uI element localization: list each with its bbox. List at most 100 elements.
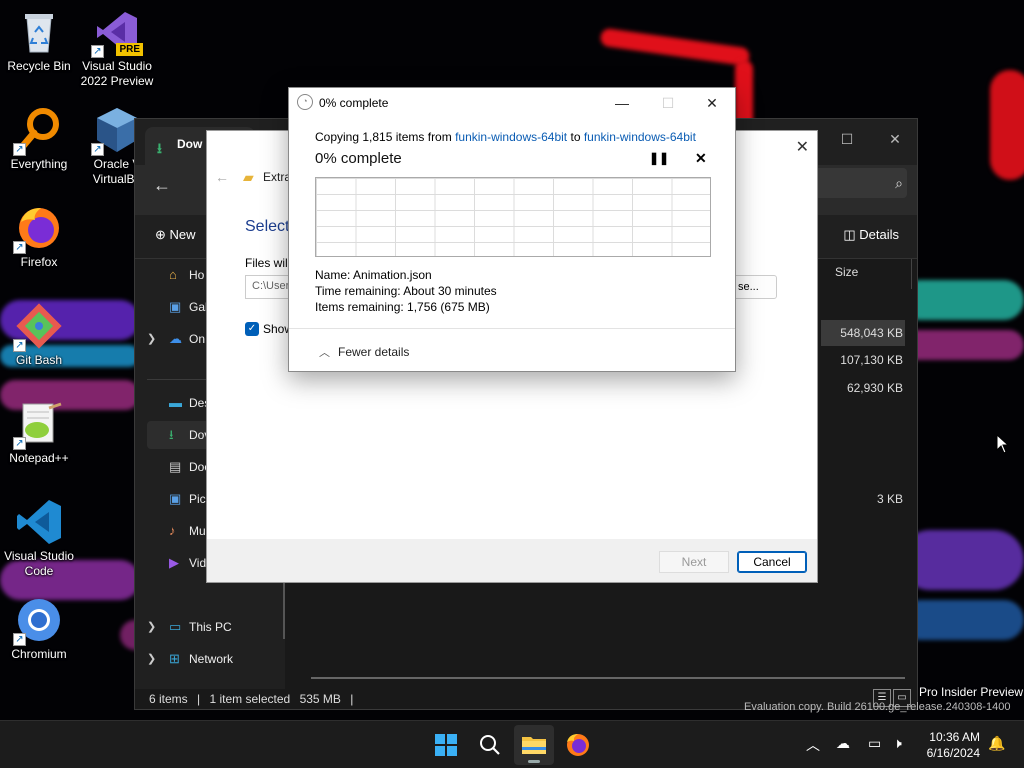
maximize-button: ☐: [661, 95, 675, 111]
nav-item-label: On: [189, 332, 206, 346]
transfer-speed-graph: [315, 177, 711, 257]
file-size-cell[interactable]: 3 KB: [821, 486, 905, 512]
nav-item-network[interactable]: ❯ ⊞ Network: [147, 645, 283, 673]
search-button[interactable]: [470, 725, 510, 765]
close-icon[interactable]: ✕: [796, 137, 809, 157]
destination-folder-link[interactable]: funkin-windows-64bit: [584, 130, 696, 144]
gallery-icon: ▣: [169, 299, 182, 314]
network-icon: ⊞: [169, 651, 180, 666]
wizard-title: Extra: [263, 170, 292, 184]
progress-separator: [289, 328, 735, 329]
size-column-header[interactable]: Size: [835, 265, 858, 279]
desktop-icon-recycle-bin[interactable]: Recycle Bin: [0, 8, 78, 74]
cloud-offline-icon[interactable]: ☁: [836, 735, 850, 752]
nav-scrollbar[interactable]: [283, 579, 285, 639]
vscode-icon: [15, 498, 63, 546]
shortcut-arrow-icon: ↗: [13, 437, 26, 450]
shortcut-arrow-icon: ↗: [13, 633, 26, 646]
percent-complete: 0% complete: [315, 150, 402, 167]
shortcut-arrow-icon: ↗: [91, 45, 104, 58]
nav-item-label: This PC: [189, 620, 232, 634]
stop-icon[interactable]: ✕: [695, 150, 707, 167]
close-button[interactable]: ✕: [697, 92, 727, 114]
nav-item-this-pc[interactable]: ❯ ▭ This PC: [147, 613, 283, 641]
plus-circle-icon: ⊕: [155, 227, 170, 242]
chromium-icon: ↗: [13, 596, 63, 646]
fewer-details-toggle[interactable]: ︿ Fewer details: [319, 344, 409, 360]
visual-studio-icon: PRE ↗: [91, 8, 143, 58]
minimize-button[interactable]: —: [607, 92, 637, 114]
nav-item-label: Pic: [189, 492, 206, 506]
show-files-checkbox[interactable]: ✓: [245, 322, 259, 336]
chevron-right-icon[interactable]: ❯: [147, 325, 156, 353]
new-button-label: New: [169, 227, 196, 242]
browse-button[interactable]: se...: [731, 275, 777, 299]
cancel-button[interactable]: Cancel: [737, 551, 807, 573]
desktop-icon-notepad-plus-plus[interactable]: ↗ Notepad++: [0, 400, 78, 466]
file-size-cell[interactable]: 548,043 KB: [821, 320, 905, 346]
pause-icon[interactable]: ❚❚: [649, 151, 669, 165]
source-folder-link[interactable]: funkin-windows-64bit: [455, 130, 567, 144]
explorer-close-button[interactable]: ✕: [873, 125, 917, 153]
items-remaining: Items remaining: 1,756 (675 MB): [315, 300, 490, 314]
desktop-icon-chromium[interactable]: ↗ Chromium: [0, 596, 78, 662]
search-icon[interactable]: ⌕: [895, 175, 903, 192]
videos-folder-icon: ▶: [169, 555, 179, 570]
details-pane-icon: ◫: [843, 227, 860, 242]
clock-time[interactable]: 10:36 AM: [928, 730, 980, 744]
desktop-icon-git-bash[interactable]: ↗ Git Bash: [0, 302, 78, 368]
nav-item-label: Mu: [189, 524, 206, 538]
active-app-indicator: [528, 760, 540, 763]
nav-item-label: Ho: [189, 268, 205, 282]
chevron-right-icon[interactable]: ❯: [147, 613, 156, 641]
notification-bell-icon[interactable]: 🔔: [988, 735, 1005, 752]
file-size-cell[interactable]: 62,930 KB: [821, 375, 905, 401]
back-arrow-icon[interactable]: ←: [153, 175, 171, 196]
destination-label: Files will: [245, 256, 291, 270]
copy-progress-dialog[interactable]: ◔ 0% complete — ☐ ✕ Copying 1,815 items …: [288, 87, 736, 372]
desktop-icon-label: Visual Studio Code: [4, 549, 74, 578]
desktop-icon-everything[interactable]: ↗ Everything: [0, 106, 78, 172]
preview-badge: PRE: [116, 43, 143, 56]
desktop-icon-visual-studio[interactable]: PRE ↗ Visual Studio 2022 Preview: [78, 8, 156, 89]
column-divider[interactable]: [911, 259, 912, 289]
firefox-icon: ↗: [13, 204, 63, 254]
progress-titlebar: ◔ 0% complete — ☐ ✕: [289, 88, 735, 118]
notepad-plus-plus-icon: ↗: [13, 400, 63, 450]
zip-folder-icon: ▰: [243, 169, 254, 185]
explorer-tab-title: Dow: [177, 137, 203, 151]
desktop-icon-firefox[interactable]: ↗ Firefox: [0, 204, 78, 270]
firefox-taskbar-button[interactable]: [558, 725, 598, 765]
network-status-icon[interactable]: ▭: [868, 735, 881, 752]
clock-date[interactable]: 6/16/2024: [922, 746, 980, 760]
this-pc-icon: ▭: [169, 619, 182, 634]
folder-icon: [522, 737, 546, 754]
horizontal-scrollbar[interactable]: [311, 677, 905, 679]
chevron-right-icon[interactable]: ❯: [147, 645, 156, 673]
file-size-cell[interactable]: 107,130 KB: [821, 347, 905, 373]
details-button[interactable]: ◫ Details: [843, 227, 899, 243]
current-file-name: Name: Animation.json: [315, 268, 432, 282]
shortcut-arrow-icon: ↗: [13, 143, 26, 156]
back-arrow-icon[interactable]: ←: [215, 169, 229, 185]
new-button[interactable]: ⊕ New: [155, 227, 196, 243]
explorer-search-box[interactable]: [815, 168, 907, 198]
volume-muted-icon[interactable]: 🕨: [893, 735, 902, 752]
git-bash-icon: ↗: [13, 302, 63, 352]
start-button[interactable]: [426, 725, 466, 765]
copying-prefix: Copying 1,815 items from: [315, 130, 452, 144]
selected-count: 1 item selected: [209, 692, 291, 706]
copying-summary: Copying 1,815 items from funkin-windows-…: [315, 130, 696, 144]
explorer-maximize-button[interactable]: ☐: [825, 125, 869, 153]
shortcut-arrow-icon: ↗: [91, 143, 104, 156]
next-button[interactable]: Next: [659, 551, 729, 573]
progress-window-title: 0% complete: [319, 96, 389, 110]
desktop-icon-vscode[interactable]: Visual Studio Code: [0, 498, 78, 579]
file-explorer-button[interactable]: [514, 725, 554, 765]
time-remaining: Time remaining: About 30 minutes: [315, 284, 497, 298]
selected-size: 535 MB: [299, 692, 341, 706]
downloads-folder-icon: ⭳: [169, 427, 174, 442]
desktop-icon-label: Visual Studio 2022 Preview: [80, 59, 154, 88]
nav-item-label: Network: [189, 652, 234, 666]
chevron-up-icon[interactable]: ︿: [806, 735, 820, 755]
